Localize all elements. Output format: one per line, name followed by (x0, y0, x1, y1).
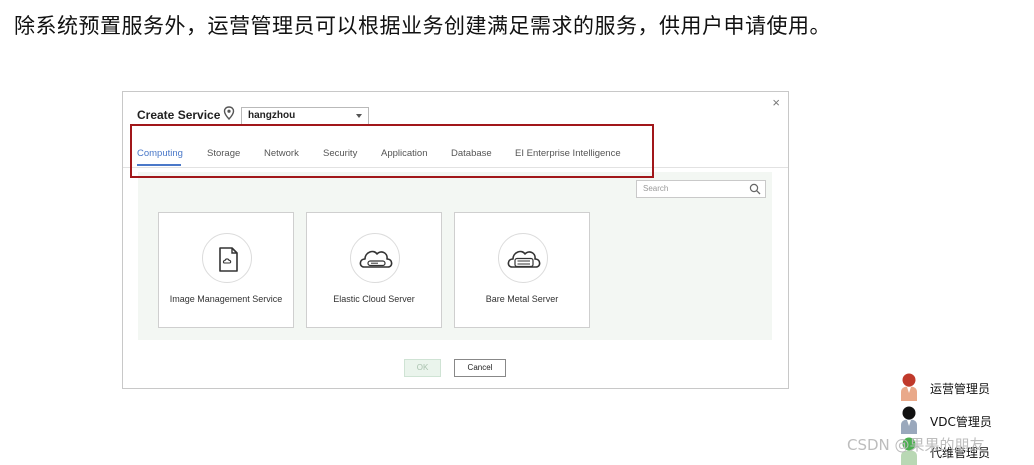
service-content-area: Search Image Management Service Elastic … (138, 172, 772, 340)
service-card-label: Elastic Cloud Server (333, 294, 415, 304)
tabs-highlight-annotation (130, 124, 654, 178)
search-icon[interactable] (749, 183, 761, 195)
watermark: CSDN @果果的朋友 (847, 436, 985, 454)
legend-label: 运营管理员 (930, 382, 991, 396)
service-card-bare-metal-server[interactable]: Bare Metal Server (454, 212, 590, 328)
cloud-server-icon (350, 233, 400, 283)
operations-admin-avatar-icon (901, 373, 917, 401)
service-card-elastic-cloud-server[interactable]: Elastic Cloud Server (306, 212, 442, 328)
close-icon[interactable]: × (772, 95, 780, 110)
region-select-value: hangzhou (248, 110, 296, 121)
legend-label: VDC管理员 (930, 415, 992, 429)
ok-button[interactable]: OK (404, 359, 441, 377)
page-headline: 除系统预置服务外，运营管理员可以根据业务创建满足需求的服务，供用户申请使用。 (14, 14, 831, 38)
legend-item-vdc-admin: VDC管理员 (896, 405, 1034, 435)
dialog-title: Create Service (137, 108, 221, 122)
image-file-icon (202, 233, 252, 283)
service-card-label: Bare Metal Server (485, 294, 559, 304)
search-placeholder: Search (643, 184, 669, 193)
legend-item-operations-admin: 运营管理员 (896, 372, 1034, 402)
chevron-down-icon (356, 114, 362, 118)
service-card-image-management[interactable]: Image Management Service (158, 212, 294, 328)
location-pin-icon (223, 106, 235, 120)
cancel-button[interactable]: Cancel (454, 359, 506, 377)
search-input[interactable]: Search (636, 180, 766, 198)
service-card-label: Image Management Service (169, 294, 283, 304)
bare-metal-server-icon (498, 233, 548, 283)
region-select[interactable]: hangzhou (241, 107, 369, 125)
vdc-admin-avatar-icon (901, 406, 917, 434)
